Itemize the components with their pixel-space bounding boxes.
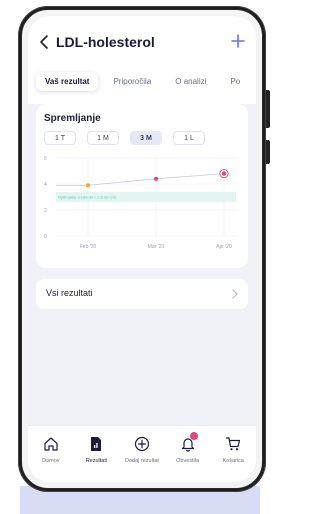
tracking-title: Spremljanje [44,113,101,124]
page-title: LDL-holesterol [56,34,155,50]
phone-frame: LDL-holesterol Vaš rezultat Priporočila … [18,6,270,492]
ldl-chart: 0 2 4 6 Optimalna vrednost < 2.6 mmol/L Feb '… [44,156,236,250]
series-line [56,173,225,186]
nav-home[interactable]: Domov [28,426,74,482]
nav-cart-label: Košarica [222,458,244,464]
range-1-year[interactable]: 1 L [173,131,205,145]
y-tick-label: 2 [44,208,47,214]
data-point [86,183,90,188]
all-results-row[interactable]: Vsi rezultati [36,279,248,309]
range-selector: 1 T 1 M 3 M 1 L [44,131,205,145]
range-1-week[interactable]: 1 T [44,131,76,145]
tracking-card: Spremljanje 1 T 1 M 3 M 1 L 0 2 4 6 Optimaln… [36,104,248,268]
add-circle-icon [134,436,150,452]
x-tick-label: Feb '20 [80,244,97,250]
nav-results[interactable]: Rezultati [74,426,120,482]
y-tick-label: 0 [44,234,47,240]
tab-your-result[interactable]: Vaš rezultat [36,71,99,91]
volume-button [266,90,270,128]
chevron-right-icon [232,289,238,299]
back-arrow-icon[interactable] [38,34,50,50]
data-point [154,176,158,181]
range-3-months[interactable]: 3 M [130,131,162,145]
data-point [221,171,227,176]
x-tick-label: Apr '20 [216,244,232,250]
header: LDL-holesterol Vaš rezultat Priporočila … [28,16,256,104]
home-icon [44,437,58,451]
x-tick-label: Mar '20 [148,244,165,250]
tab-about-analysis[interactable]: O analizi [166,72,215,91]
tab-more[interactable]: Po [221,72,249,91]
results-icon [91,437,102,451]
app-screen: LDL-holesterol Vaš rezultat Priporočila … [28,16,256,482]
notification-badge [189,432,198,440]
tab-bar: Vaš rezultat Priporočila O analizi Po [36,70,255,92]
range-1-month[interactable]: 1 M [87,131,119,145]
nav-home-label: Domov [42,458,60,464]
nav-add-result[interactable]: Dodaj rezultat [119,426,165,482]
y-tick-label: 6 [44,156,47,162]
cart-icon [226,437,241,451]
tab-recommendations[interactable]: Priporočila [104,72,160,91]
add-icon[interactable] [230,33,246,49]
bottom-navigation: Domov Rezultati Dodaj rezultat Obvestila… [28,425,256,482]
nav-notifications[interactable]: Obvestila [165,426,211,482]
optimal-range-label: Optimalna vrednost < 2.6 mmol/L [58,195,118,200]
nav-results-label: Rezultati [85,458,108,464]
nav-cart[interactable]: Košarica [210,426,256,482]
nav-notifications-label: Obvestila [176,458,200,464]
y-tick-label: 4 [44,182,47,188]
power-button [266,140,270,164]
canvas: LDL-holesterol Vaš rezultat Priporočila … [0,0,275,514]
all-results-label: Vsi rezultati [46,288,93,298]
nav-add-result-label: Dodaj rezultat [125,458,159,464]
